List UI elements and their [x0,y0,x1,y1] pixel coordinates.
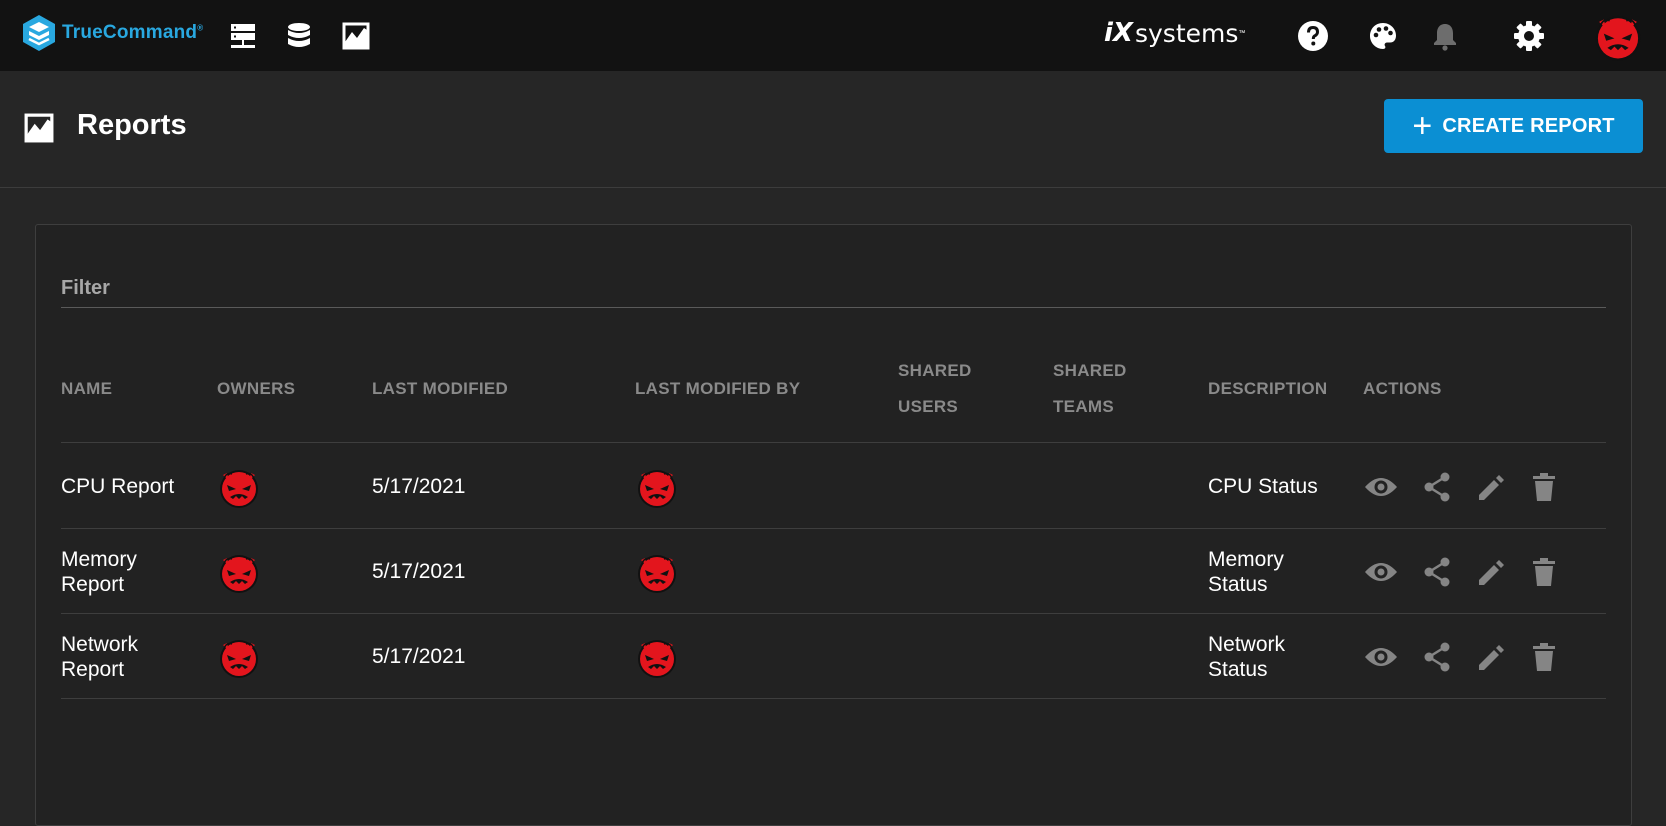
top-navigation-bar: TrueCommand® iX systems ™ [0,0,1666,71]
column-header-shared-users-line2: USERS [898,397,959,416]
last-modified-date: 5/17/2021 [372,560,466,583]
view-eye-icon[interactable] [1363,554,1399,590]
notifications-bell-icon[interactable] [1429,20,1461,52]
owner-avatar [217,465,261,509]
edit-pencil-icon[interactable] [1473,554,1509,590]
column-header-owners[interactable]: OWNERS [217,371,295,407]
share-icon[interactable] [1419,554,1455,590]
last-modified-by-avatar [635,465,679,509]
header-divider [61,442,1606,443]
user-avatar[interactable] [1592,10,1644,62]
report-name: CPU Report [61,475,175,498]
filter-underline [61,307,1606,308]
ixsystems-logo[interactable]: iX systems ™ [1104,18,1245,48]
palette-icon[interactable] [1367,20,1399,52]
report-name: Memory Report [61,548,137,596]
owner-avatar [217,635,261,679]
truecommand-logo-icon [23,15,55,51]
reports-icon[interactable] [340,20,372,52]
ixsystems-trademark: ™ [1238,29,1246,37]
ixsystems-logo-text: systems [1134,18,1239,48]
report-description: CPU Status [1208,475,1318,498]
owner-avatar [217,550,261,594]
column-header-shared-teams-line2: TEAMS [1053,397,1114,416]
delete-trash-icon[interactable] [1526,554,1562,590]
reports-icon [24,113,54,143]
help-icon[interactable] [1297,20,1329,52]
truecommand-logo[interactable]: TrueCommand® [22,14,203,52]
row-divider [61,698,1606,699]
report-description: Memory Status [1208,548,1284,596]
page-header: Reports + CREATE REPORT [0,71,1666,188]
page-title: Reports [77,109,187,141]
row-divider [61,528,1606,529]
last-modified-by-avatar [635,635,679,679]
report-description: Network Status [1208,633,1286,681]
edit-pencil-icon[interactable] [1473,639,1509,675]
column-header-description[interactable]: DESCRIPTION [1208,371,1327,407]
last-modified-date: 5/17/2021 [372,475,466,498]
edit-pencil-icon[interactable] [1473,469,1509,505]
report-name: Network Report [61,633,139,681]
datasets-icon[interactable] [283,20,315,52]
share-icon[interactable] [1419,639,1455,675]
create-report-label: CREATE REPORT [1442,114,1615,137]
column-header-last-modified[interactable]: LAST MODIFIED [372,371,508,407]
plus-icon: + [1412,107,1433,145]
filter-input[interactable]: Filter [61,277,110,300]
column-header-actions: ACTIONS [1363,379,1442,398]
delete-trash-icon[interactable] [1526,469,1562,505]
last-modified-by-avatar [635,550,679,594]
share-icon[interactable] [1419,469,1455,505]
column-header-shared-users-line1: SHARED [898,361,972,380]
column-header-shared-teams[interactable]: SHARED TEAMS [1053,353,1127,425]
view-eye-icon[interactable] [1363,469,1399,505]
servers-icon[interactable] [227,20,259,52]
last-modified-date: 5/17/2021 [372,645,466,668]
delete-trash-icon[interactable] [1526,639,1562,675]
row-divider [61,613,1606,614]
column-header-shared-users[interactable]: SHARED USERS [898,353,972,425]
ixsystems-logo-mark: iX [1104,18,1133,48]
create-report-button[interactable]: + CREATE REPORT [1384,99,1643,153]
settings-gear-icon[interactable] [1513,20,1545,52]
column-header-shared-teams-line1: SHARED [1053,361,1127,380]
column-header-name[interactable]: NAME [61,371,112,407]
brand-name: TrueCommand® [62,22,204,43]
column-header-last-modified-by[interactable]: LAST MODIFIED BY [635,371,800,407]
view-eye-icon[interactable] [1363,639,1399,675]
reports-table-card: Filter NAME OWNERS LAST MODIFIED LAST MO… [35,224,1632,826]
